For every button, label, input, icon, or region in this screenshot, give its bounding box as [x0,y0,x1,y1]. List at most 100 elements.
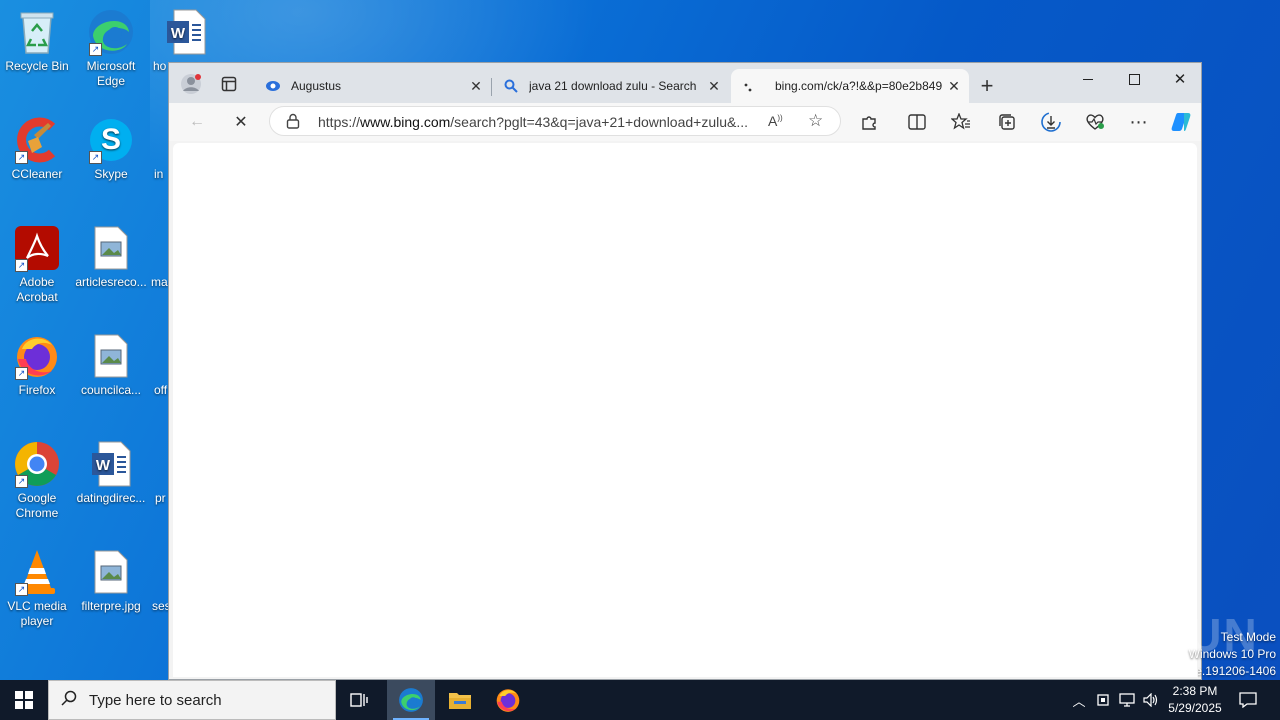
action-center-button[interactable] [1234,680,1262,720]
firefox-icon [496,689,520,712]
ccleaner-icon: ↗ [13,116,61,164]
maximize-icon [1128,73,1140,85]
clock-date: 5/29/2025 [1168,701,1222,715]
close-window-button[interactable]: ✕ [1157,63,1203,95]
svg-text:W: W [171,25,186,42]
tab-augustus[interactable]: Augustus ✕ [255,69,491,103]
taskbar-edge[interactable] [387,680,435,720]
desktop-icon-label: CCleaner [11,167,63,181]
desktop-icon-label: Google Chrome [15,491,59,520]
desktop-icon-microsoft-edge[interactable]: ↗ Microsoft Edge [72,8,150,89]
desktop-icon-recycle-bin[interactable]: Recycle Bin [0,8,76,74]
desktop-icon-adobe-acrobat[interactable]: ↗ Adobe Acrobat [0,224,76,305]
stop-loading-button[interactable]: ✕ [227,109,255,135]
desktop-icon-label: Firefox [18,383,56,397]
downloads-button[interactable] [1037,109,1065,135]
new-tab-button[interactable]: + [973,73,1001,99]
desktop-icon-word-document[interactable]: W datingdirec... [72,440,150,506]
back-button[interactable]: ← [183,109,211,135]
desktop-icon-image-file[interactable]: articlesreco... [72,224,150,290]
more-dots-icon: ⋯ [1129,111,1149,132]
augustus-favicon-icon [265,78,281,94]
desktop-icon-ccleaner[interactable]: ↗ CCleaner [0,116,76,182]
microsoft-edge-icon [399,688,423,712]
taskbar-clock[interactable]: 2:38 PM 5/29/2025 [1162,683,1228,717]
partial-icon-label: ma [151,275,168,289]
volume-icon[interactable] [1140,680,1162,720]
tab-actions-button[interactable] [215,71,243,97]
search-icon [61,690,77,711]
browser-essentials-button[interactable] [1081,109,1109,135]
google-chrome-icon: ↗ [13,440,61,488]
heart-pulse-icon [1086,114,1104,130]
favorite-star-icon[interactable]: ☆ [808,111,823,131]
settings-more-button[interactable]: ⋯ [1125,109,1153,135]
task-view-button[interactable] [336,680,384,720]
stop-x-icon: ✕ [234,114,248,131]
start-button[interactable] [0,680,48,720]
partial-icon-label: off [154,383,168,397]
skype-icon: S ↗ [87,116,135,164]
taskbar-search-box[interactable]: Type here to search [48,680,336,720]
address-url: https://www.bing.com/search?pglt=43&q=ja… [318,114,758,130]
extensions-button[interactable] [855,109,883,135]
notification-icon [1239,692,1257,708]
address-bar[interactable]: https://www.bing.com/search?pglt=43&q=ja… [269,106,841,136]
show-hidden-icons-button[interactable]: ︿ [1068,680,1090,720]
folder-icon [449,693,471,709]
lock-icon [286,113,300,134]
tab-title: bing.com/ck/a?!&&p=80e2b849 [775,79,943,93]
windows-logo-icon [15,691,33,709]
shortcut-arrow-icon: ↗ [15,367,28,380]
close-tab-icon[interactable]: ✕ [467,78,485,95]
desktop-icon-vlc[interactable]: ↗ VLC media player [0,548,76,629]
page-content-blank[interactable] [173,143,1197,677]
desktop-icon-label: datingdirec... [76,491,146,505]
desktop-icon-word-document-partial[interactable]: W [150,8,220,59]
desktop-icon-label: Skype [94,167,128,181]
close-icon: ✕ [1173,71,1187,88]
desktop-icon-google-chrome[interactable]: ↗ Google Chrome [0,440,76,521]
copilot-button[interactable] [1167,109,1195,135]
plus-icon: + [980,73,994,98]
tray-device-icon[interactable] [1092,680,1114,720]
desktop-icon-image-file[interactable]: councilca... [72,332,150,398]
partial-icon-label: in [154,167,164,181]
close-tab-icon[interactable]: ✕ [705,78,723,95]
search-placeholder: Type here to search [89,691,222,709]
taskbar-firefox[interactable] [484,680,532,720]
minimize-button[interactable] [1065,63,1111,95]
desktop-icon-skype[interactable]: S ↗ Skype [72,116,150,182]
close-tab-icon[interactable]: ✕ [945,78,963,95]
vlc-icon: ↗ [13,548,61,596]
taskbar: Type here to search ︿ 2:38 PM 5/29/2025 [0,680,1280,720]
maximize-button[interactable] [1111,63,1157,95]
desktop-icon-firefox[interactable]: ↗ Firefox [0,332,76,398]
split-screen-icon [908,114,926,130]
collections-icon [999,114,1015,130]
word-document-icon: W [162,8,210,56]
desktop-icon-label: articlesreco... [75,275,147,289]
desktop-icon-image-file[interactable]: filterpre.jpg [72,548,150,614]
shortcut-arrow-icon: ↗ [15,475,28,488]
word-document-icon: W [87,440,135,488]
taskbar-file-explorer[interactable] [436,680,484,720]
svg-text:W: W [96,457,111,474]
shortcut-arrow-icon: ↗ [89,151,102,164]
profile-button[interactable] [177,71,205,97]
split-screen-button[interactable] [903,109,931,135]
read-aloud-icon[interactable]: A)) [768,113,783,129]
url-path: /search?pglt=43&q=java+21+download+zulu&… [450,114,749,130]
favorites-button[interactable] [947,109,975,135]
browser-toolbar: ← ✕ https://www.bing.com/search?pglt=43&… [169,103,1201,141]
favorites-icon [951,113,970,130]
url-host: www.bing.com [360,114,451,130]
tab-bing-redirect[interactable]: bing.com/ck/a?!&&p=80e2b849 ✕ [731,69,969,103]
shortcut-arrow-icon: ↗ [15,583,28,596]
network-icon[interactable] [1116,680,1138,720]
tab-java-search[interactable]: java 21 download zulu - Search ✕ [493,69,729,103]
search-icon [503,78,519,94]
profile-avatar-icon [181,74,201,94]
desktop-icon-label: filterpre.jpg [81,599,141,613]
collections-button[interactable] [993,109,1021,135]
